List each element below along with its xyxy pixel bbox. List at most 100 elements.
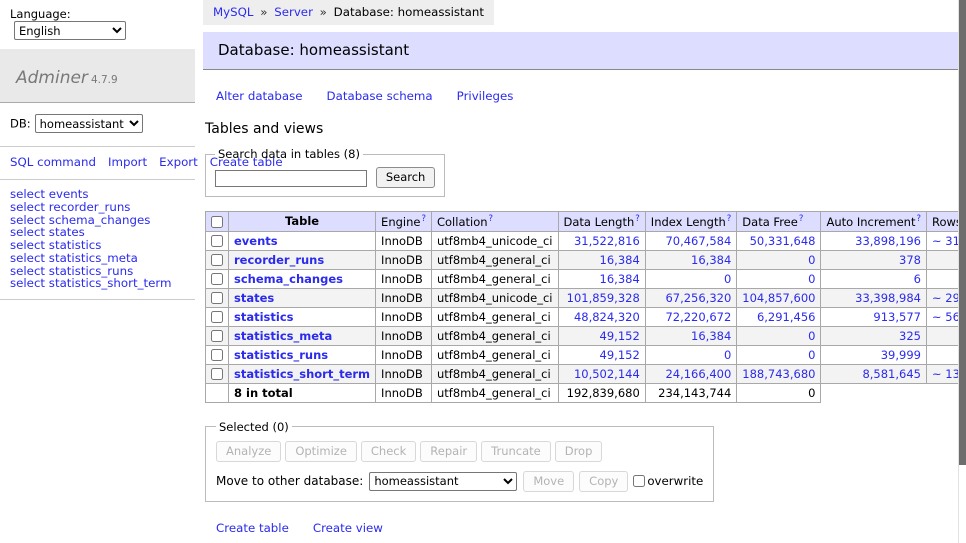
database-schema-link[interactable]: Database schema [327,89,433,103]
breadcrumb-server-link[interactable]: Server [274,5,313,19]
row-checkbox-schema_changes[interactable] [211,273,223,285]
index-length-link[interactable]: 70,467,584 [651,234,732,248]
index-length-link[interactable]: 16,384 [651,329,732,343]
data-length-link[interactable]: 10,502,144 [564,367,640,381]
db-select[interactable]: homeassistant [35,114,143,133]
col-header-data-free[interactable]: Data Free? [737,212,821,232]
sidebar-select-statistics-meta-link[interactable]: select statistics_meta [10,252,185,265]
check-button[interactable]: Check [361,441,416,462]
auto-increment-link[interactable]: 33,898,196 [826,234,921,248]
auto-increment-link[interactable]: 913,577 [826,310,921,324]
table-link-statistics[interactable]: statistics [234,310,294,324]
sidebar-select-events-link[interactable]: select events [10,188,185,201]
repair-button[interactable]: Repair [420,441,477,462]
scrollbar[interactable] [958,0,966,543]
data-length-link[interactable]: 101,859,328 [564,291,640,305]
auto-increment-link[interactable]: 8,581,645 [826,367,921,381]
data-length-link[interactable]: 16,384 [564,272,640,286]
auto-increment-link[interactable]: 33,398,984 [826,291,921,305]
row-checkbox-states[interactable] [211,292,223,304]
data-free-link[interactable]: 6,291,456 [742,310,815,324]
column-help-link[interactable]: ? [916,214,921,224]
overwrite-checkbox[interactable] [633,475,645,487]
index-length-link[interactable]: 0 [651,348,732,362]
privileges-link[interactable]: Privileges [457,89,514,103]
index-length-link[interactable]: 16,384 [651,253,732,267]
cell-index-length: 16,384 [645,326,737,345]
language-select[interactable]: English [14,21,126,40]
create-view-link[interactable]: Create view [313,521,383,535]
column-help-link[interactable]: ? [635,214,640,224]
move-db-select[interactable]: homeassistant [369,472,517,491]
table-link-statistics_short_term[interactable]: statistics_short_term [234,367,370,381]
cell-table-name: events [229,231,376,250]
auto-increment-link[interactable]: 6 [826,272,921,286]
search-input[interactable] [215,170,367,187]
data-free-link[interactable]: 0 [742,348,815,362]
column-help-link[interactable]: ? [489,214,494,224]
drop-button[interactable]: Drop [555,441,603,462]
row-checkbox-statistics[interactable] [211,311,223,323]
data-length-link[interactable]: 16,384 [564,253,640,267]
app-version-link[interactable]: 4.7.9 [91,74,118,86]
move-button[interactable]: Move [523,471,574,492]
data-length-link[interactable]: 49,152 [564,329,640,343]
index-length-link[interactable]: 24,166,400 [651,367,732,381]
alter-database-link[interactable]: Alter database [216,89,303,103]
search-button[interactable]: Search [376,167,436,188]
analyze-button[interactable]: Analyze [216,441,281,462]
auto-increment-link[interactable]: 39,999 [826,348,921,362]
index-length-link[interactable]: 0 [651,272,732,286]
column-help-link[interactable]: ? [421,214,426,224]
col-header-engine[interactable]: Engine? [376,212,432,232]
sidebar-sql-command-link[interactable]: SQL command [10,155,96,169]
table-link-states[interactable]: states [234,291,274,305]
auto-increment-link[interactable]: 325 [826,329,921,343]
sidebar-select-statistics-short-term-link[interactable]: select statistics_short_term [10,277,185,290]
index-length-link[interactable]: 67,256,320 [651,291,732,305]
row-checkbox-events[interactable] [211,235,223,247]
column-help-link[interactable]: ? [727,214,732,224]
data-free-link[interactable]: 104,857,600 [742,291,815,305]
cell-data-length: 16,384 [558,269,645,288]
data-free-link[interactable]: 50,331,648 [742,234,815,248]
col-header-index-length[interactable]: Index Length? [645,212,737,232]
table-row-schema_changes: schema_changesInnoDButf8mb4_general_ci16… [206,269,966,288]
truncate-button[interactable]: Truncate [481,441,551,462]
column-help-link[interactable]: ? [799,214,804,224]
scrollbar-thumb[interactable] [959,0,966,465]
data-length-link[interactable]: 49,152 [564,348,640,362]
table-link-recorder_runs[interactable]: recorder_runs [234,253,324,267]
sidebar-select-statistics-link[interactable]: select statistics [10,239,185,252]
auto-increment-link[interactable]: 378 [826,253,921,267]
sidebar-export-link[interactable]: Export [159,155,198,169]
table-link-schema_changes[interactable]: schema_changes [234,272,343,286]
cell-table-name: statistics_runs [229,345,376,364]
row-checkbox-statistics_runs[interactable] [211,349,223,361]
data-free-link[interactable]: 188,743,680 [742,367,815,381]
sidebar-select-recorder-runs-link[interactable]: select recorder_runs [10,201,185,214]
table-link-statistics_meta[interactable]: statistics_meta [234,329,332,343]
col-header-data-length[interactable]: Data Length? [558,212,645,232]
select-all-checkbox[interactable] [211,216,223,228]
row-checkbox-statistics_meta[interactable] [211,330,223,342]
col-header-collation[interactable]: Collation? [431,212,558,232]
optimize-button[interactable]: Optimize [285,441,357,462]
data-length-link[interactable]: 31,522,816 [564,234,640,248]
create-table-link[interactable]: Create table [216,521,289,535]
data-length-link[interactable]: 48,824,320 [564,310,640,324]
overwrite-label: overwrite [647,474,703,488]
row-checkbox-recorder_runs[interactable] [211,254,223,266]
row-checkbox-statistics_short_term[interactable] [211,368,223,380]
index-length-link[interactable]: 72,220,672 [651,310,732,324]
table-link-events[interactable]: events [234,234,278,248]
move-label: Move to other database: [216,474,363,488]
data-free-link[interactable]: 0 [742,272,815,286]
data-free-link[interactable]: 0 [742,329,815,343]
sidebar-import-link[interactable]: Import [108,155,147,169]
col-header-auto-increment[interactable]: Auto Increment? [821,212,927,232]
copy-button[interactable]: Copy [579,471,628,492]
breadcrumb-mysql-link[interactable]: MySQL [213,5,254,19]
table-link-statistics_runs[interactable]: statistics_runs [234,348,328,362]
data-free-link[interactable]: 0 [742,253,815,267]
